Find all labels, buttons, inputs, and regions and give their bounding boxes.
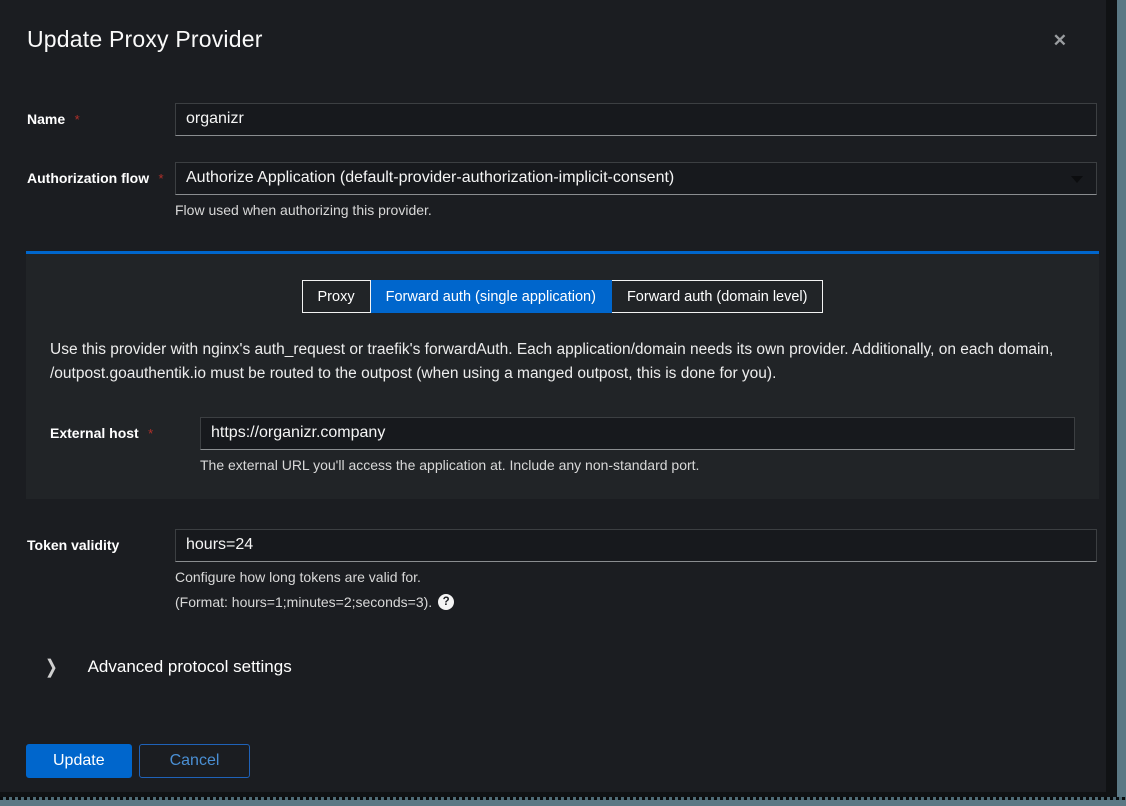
authorization-flow-label: Authorization flow [27, 170, 149, 186]
mode-toggle-group: Proxy Forward auth (single application) … [50, 280, 1075, 313]
token-validity-format-text: (Format: hours=1;minutes=2;seconds=3). [175, 594, 432, 610]
token-validity-label: Token validity [27, 537, 119, 553]
authorization-flow-select-wrap: Authorize Application (default-provider-… [175, 162, 1097, 195]
advanced-protocol-settings-toggle[interactable]: ❯ Advanced protocol settings [0, 657, 1106, 677]
selection-ants-border [0, 797, 1126, 800]
modal-header: Update Proxy Provider ✕ [0, 0, 1106, 53]
update-button[interactable]: Update [26, 744, 132, 778]
authorization-flow-row: Authorization flow * Authorize Applicati… [0, 162, 1106, 218]
authorization-flow-label-wrap: Authorization flow * [27, 162, 175, 218]
authorization-flow-select[interactable]: Authorize Application (default-provider-… [175, 162, 1097, 195]
tab-forward-auth-single[interactable]: Forward auth (single application) [371, 280, 612, 313]
close-icon[interactable]: ✕ [1051, 30, 1069, 51]
required-asterisk: * [75, 112, 80, 127]
window-frame-bottom [0, 799, 1126, 806]
window-frame-right [1117, 0, 1126, 806]
external-host-input[interactable] [200, 417, 1075, 450]
name-row: Name * [0, 103, 1106, 136]
help-circle-icon[interactable]: ? [438, 594, 454, 610]
update-proxy-provider-modal: Update Proxy Provider ✕ Name * Authoriza… [0, 0, 1106, 792]
provider-form: Name * Authorization flow * Authorize Ap… [0, 103, 1106, 778]
external-host-label-wrap: External host * [50, 417, 200, 473]
mode-description: Use this provider with nginx's auth_requ… [50, 338, 1075, 386]
token-validity-help-1: Configure how long tokens are valid for. [175, 569, 1097, 585]
required-asterisk: * [148, 426, 153, 441]
tab-proxy[interactable]: Proxy [302, 280, 371, 313]
token-validity-help-2: (Format: hours=1;minutes=2;seconds=3). ? [175, 594, 1097, 610]
name-label: Name [27, 111, 65, 127]
tab-forward-auth-domain[interactable]: Forward auth (domain level) [612, 280, 824, 313]
external-host-row: External host * The external URL you'll … [50, 417, 1075, 473]
token-validity-label-wrap: Token validity [27, 529, 175, 610]
required-asterisk: * [159, 171, 164, 186]
modal-actions: Update Cancel [0, 744, 1106, 778]
external-host-help: The external URL you'll access the appli… [200, 457, 1075, 473]
proxy-mode-card: Proxy Forward auth (single application) … [26, 251, 1099, 499]
name-input[interactable] [175, 103, 1097, 136]
authorization-flow-help: Flow used when authorizing this provider… [175, 202, 1097, 218]
name-label-wrap: Name * [27, 103, 175, 136]
cancel-button[interactable]: Cancel [139, 744, 251, 778]
chevron-right-icon: ❯ [45, 658, 58, 677]
external-host-label: External host [50, 425, 139, 441]
chevron-down-icon [1071, 176, 1083, 183]
screenshot-frame: Update Proxy Provider ✕ Name * Authoriza… [0, 0, 1126, 806]
token-validity-row: Token validity Configure how long tokens… [0, 529, 1106, 610]
token-validity-input[interactable] [175, 529, 1097, 562]
modal-title: Update Proxy Provider [27, 26, 1079, 53]
advanced-protocol-settings-label: Advanced protocol settings [88, 657, 292, 677]
